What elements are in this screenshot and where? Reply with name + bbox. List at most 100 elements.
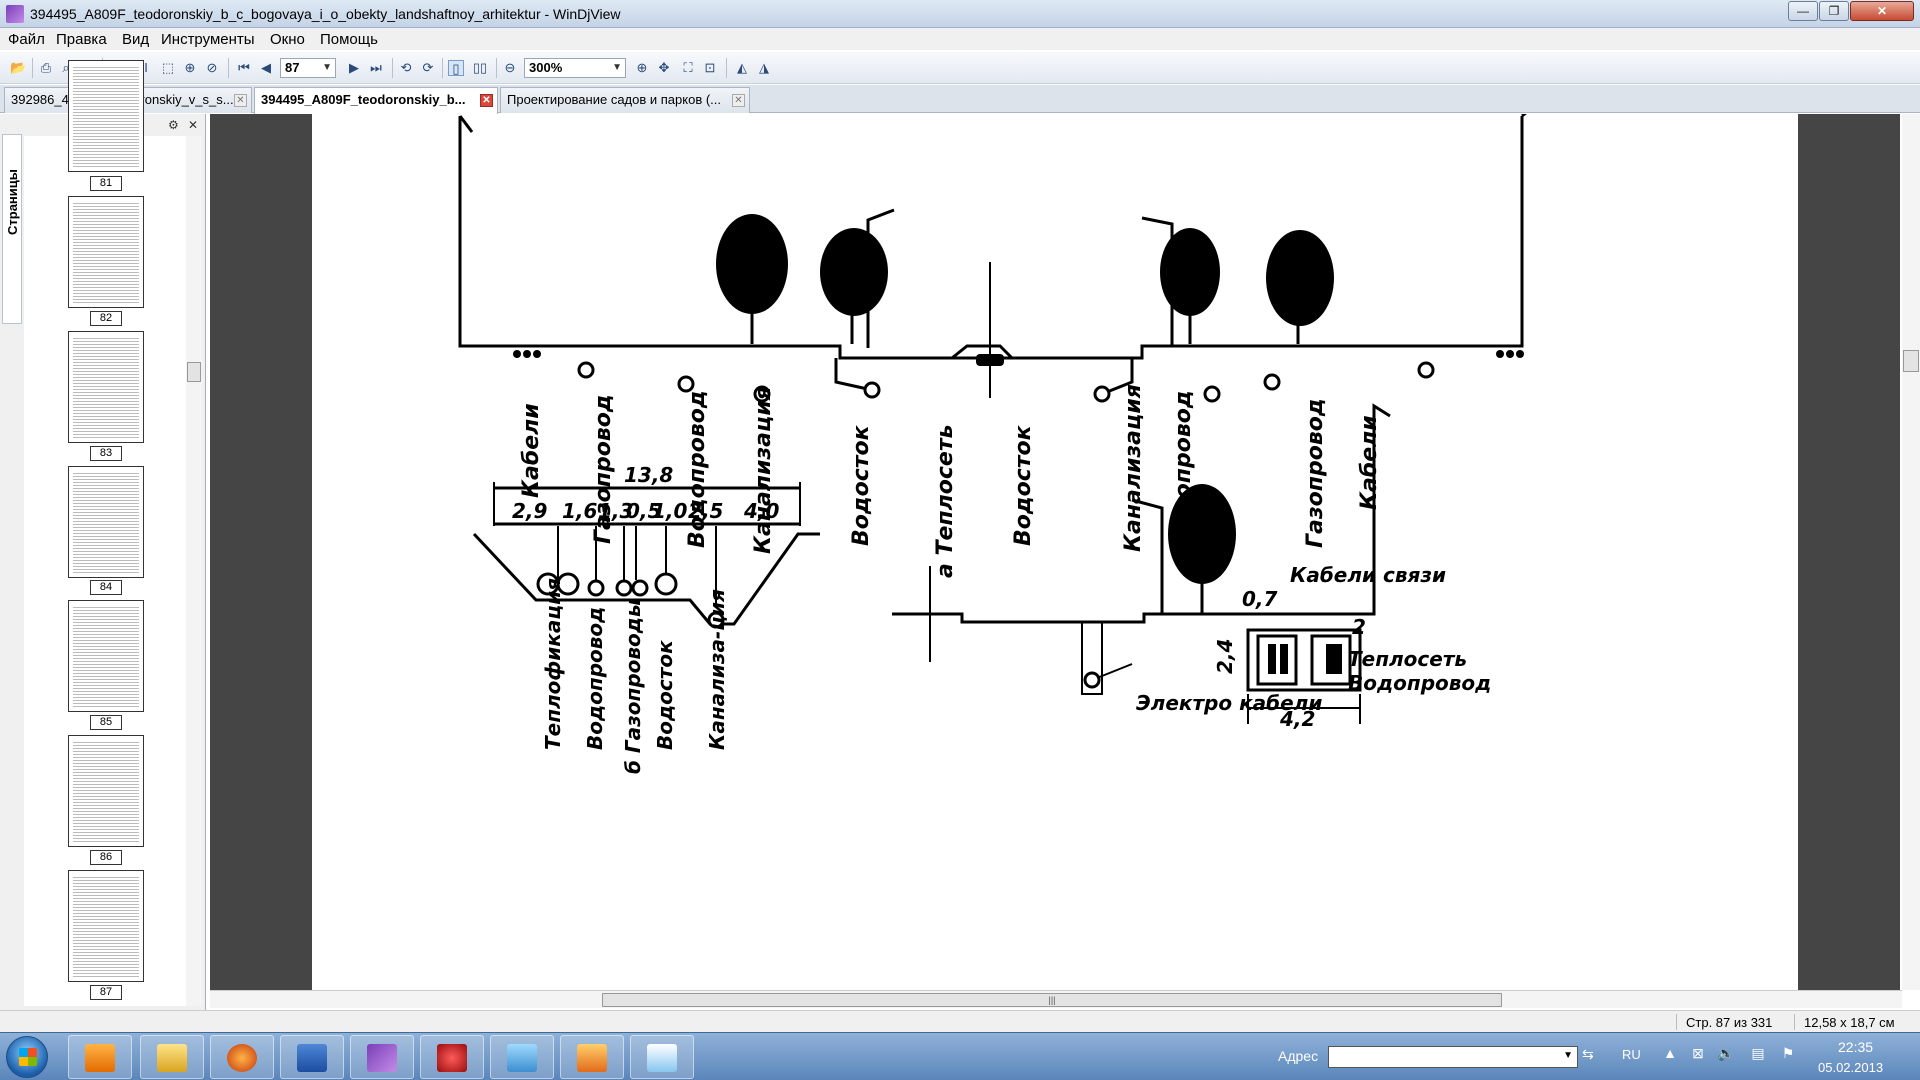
taskbar-explorer[interactable] [140,1035,204,1079]
page-thumbnail-number: 86 [90,850,122,865]
document-horizontal-scrollbar[interactable]: ||| [210,990,1902,1008]
taskbar-word[interactable] [280,1035,344,1079]
facing-pages-icon[interactable]: ▯▯ [472,60,488,76]
usb-device-icon[interactable]: ▤ [1748,1045,1768,1067]
tunnel-label-heat: Теплосеть [1348,647,1467,671]
actual-size-icon[interactable]: ⛶ [680,60,696,76]
open-folder-icon[interactable]: 📂 [10,60,26,76]
toolbar-separator [726,58,727,78]
menu-help[interactable]: Помощь [320,31,378,48]
tunnel-label-comm: Кабели связи [1290,563,1446,587]
page-thumbnail[interactable] [68,600,144,712]
address-input[interactable]: ▼ [1328,1046,1578,1068]
maximize-button[interactable]: ❐ [1819,1,1849,21]
rotate-left-icon[interactable]: ◭ [734,60,750,76]
label-cables-right: Кабели [1357,415,1382,510]
page-thumbnail[interactable] [68,735,144,847]
tab-pages[interactable]: Страницы [2,134,22,324]
tab-label: Проектирование садов и парков (... [507,92,721,107]
page-number-combo[interactable]: 87 ▼ [280,58,336,78]
label-sewer-left: Канализация [751,386,776,554]
scrollbar-thumb[interactable] [187,362,201,382]
address-go-icon[interactable]: ⇆ [1582,1046,1606,1068]
close-button[interactable]: ✕ [1850,1,1914,21]
fit-page-icon[interactable]: ✥ [656,60,672,76]
start-button[interactable] [6,1036,48,1078]
thumbnail-list[interactable]: 81 82 83 84 85 86 87 [24,60,194,1006]
single-page-icon[interactable]: ▯ [448,60,464,76]
page-thumbnail[interactable] [68,331,144,443]
menu-file[interactable]: Файл [8,31,45,48]
action-center-icon[interactable]: ⚑ [1778,1045,1798,1067]
status-bar: Стр. 87 из 331 12,58 x 18,7 см [0,1010,1920,1032]
label-cables-left: Кабели [519,403,544,498]
clock-date[interactable]: 05.02.2013 [1818,1060,1883,1075]
chevron-down-icon: ▼ [612,62,622,73]
window-title: 394495_A809F_teodoronskiy_b_c_bogovaya_i… [30,6,621,22]
close-icon[interactable]: ✕ [234,94,247,107]
title-bar: 394495_A809F_teodoronskiy_b_c_bogovaya_i… [0,0,1920,28]
first-page-icon[interactable]: ⏮ [236,60,252,76]
taskbar-app-blue[interactable] [490,1035,554,1079]
page-thumbnail[interactable] [68,196,144,308]
rect-select-icon[interactable]: ⬚ [160,60,176,76]
back-icon[interactable]: ⟲ [398,60,414,76]
zoom-out-icon[interactable]: ⊖ [502,60,518,76]
page-thumbnail-number: 87 [90,985,122,1000]
close-icon[interactable]: ✕ [480,94,493,107]
label-drain-left: Водосток [849,424,874,546]
status-separator [1794,1014,1795,1030]
print-icon[interactable]: ⎙ [38,60,54,76]
tab-document-2[interactable]: 394495_A809F_teodoronskiy_b... ✕ [254,87,498,114]
status-page-size: 12,58 x 18,7 см [1804,1015,1895,1030]
engineering-drawing: Кабели Газопровод Водопровод Канализация… [458,102,1538,774]
fit-width-icon[interactable]: ⊡ [702,60,718,76]
scrollbar-thumb[interactable] [1903,350,1919,372]
page-thumbnail-current[interactable] [68,870,144,982]
page-thumbnail[interactable] [68,60,144,172]
document-vertical-scrollbar[interactable] [1902,114,1920,990]
zoom-in-icon[interactable]: ⊕ [634,60,650,76]
menu-window[interactable]: Окно [270,31,305,48]
network-icon[interactable]: ⊠ [1688,1045,1708,1067]
tunnel-dim-24: 2,4 [1213,639,1237,674]
scrollbar-thumb[interactable]: ||| [602,993,1502,1007]
clock-time[interactable]: 22:35 [1838,1039,1873,1055]
trench-dim-6: 2,5 [688,499,723,523]
document-view[interactable]: Кабели Газопровод Водопровод Канализация… [210,102,1900,990]
tab-document-3[interactable]: Проектирование садов и парков (... ✕ [500,87,750,113]
page-thumbnail[interactable] [68,466,144,578]
menu-edit[interactable]: Правка [56,31,107,48]
close-icon[interactable]: ✕ [732,94,745,107]
last-page-icon[interactable]: ⏭ [368,60,384,76]
menu-view[interactable]: Вид [122,31,149,48]
forward-icon[interactable]: ⟳ [420,60,436,76]
next-page-icon[interactable]: ▶ [346,60,362,76]
show-hidden-icons[interactable]: ▲ [1660,1045,1680,1067]
taskbar-media-player[interactable] [68,1035,132,1079]
page-thumbnail-number: 82 [90,311,122,326]
rotate-right-icon[interactable]: ◮ [756,60,772,76]
magnify-icon[interactable]: ⊘ [204,60,220,76]
taskbar-firefox[interactable] [210,1035,274,1079]
menu-bar: Файл Правка Вид Инструменты Окно Помощь [0,28,1920,50]
zoom-rect-icon[interactable]: ⊕ [182,60,198,76]
tunnel-dim-2: 2 [1352,615,1366,639]
sidebar-scrollbar[interactable] [186,136,202,1006]
toolbar-separator [392,58,393,78]
volume-icon[interactable]: 🔈 [1716,1045,1736,1067]
document-tabs: 392986_4B98A_teodoronskiy_v_s_s... ✕ 394… [0,85,1920,114]
settings-icon[interactable]: ⚙ [168,118,179,132]
zoom-combo[interactable]: 300% ▼ [524,58,626,78]
menu-tools[interactable]: Инструменты [161,31,255,48]
taskbar-app-orange[interactable] [560,1035,624,1079]
prev-page-icon[interactable]: ◀ [258,60,274,76]
taskbar-app-feather[interactable] [630,1035,694,1079]
language-indicator[interactable]: RU [1622,1047,1641,1062]
trench-dim-5: 1,0 [652,499,688,523]
close-icon[interactable]: ✕ [188,118,198,132]
minimize-button[interactable]: — [1788,1,1818,21]
label-sewer-right: Канализация [1121,384,1146,552]
taskbar-app-red[interactable] [420,1035,484,1079]
taskbar-windjview[interactable] [350,1035,414,1079]
